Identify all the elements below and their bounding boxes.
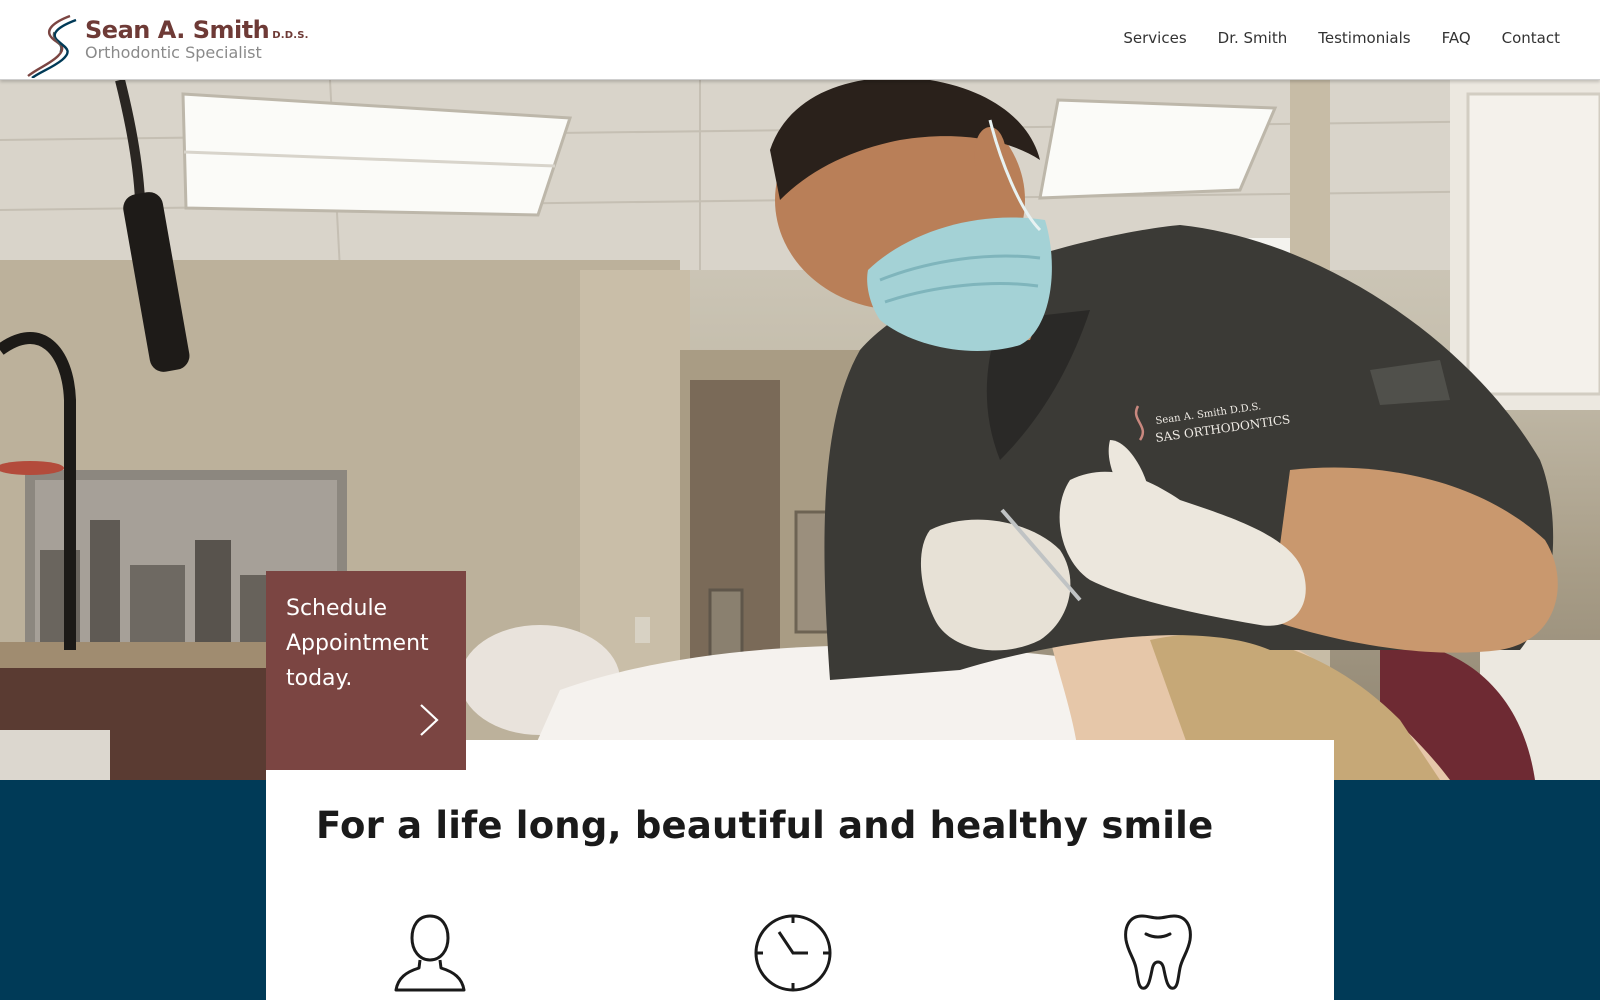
nav-contact[interactable]: Contact <box>1502 29 1560 47</box>
cta-text: Schedule Appointment today. <box>286 591 456 696</box>
cta-line-3: today. <box>286 666 353 691</box>
logo-link[interactable]: Sean A. Smith D.D.S. Orthodontic Speciali… <box>24 12 308 78</box>
nav-testimonials[interactable]: Testimonials <box>1318 29 1410 47</box>
logo-credential: D.D.S. <box>272 30 309 41</box>
nav-faq[interactable]: FAQ <box>1442 29 1471 47</box>
user-icon <box>394 914 466 992</box>
intro-card: For a life long, beautiful and healthy s… <box>266 740 1334 1000</box>
nav-dr-smith[interactable]: Dr. Smith <box>1218 29 1288 47</box>
main-nav: Services Dr. Smith Testimonials FAQ Cont… <box>1092 29 1560 47</box>
intro-title: For a life long, beautiful and healthy s… <box>316 804 1214 847</box>
hero-image: Sean A. Smith D.D.S. SAS ORTHODONTICS <box>0 80 1600 780</box>
logo-mark-icon <box>27 14 77 78</box>
cta-line-2: Appointment <box>286 631 429 656</box>
logo-tagline: Orthodontic Specialist <box>85 43 262 62</box>
chevron-right-icon[interactable] <box>418 703 440 737</box>
logo-name: Sean A. Smith D.D.S. <box>85 16 309 44</box>
cta-line-1: Schedule <box>286 596 388 621</box>
site-header: Sean A. Smith D.D.S. Orthodontic Speciali… <box>0 0 1600 80</box>
schedule-appointment-cta[interactable]: Schedule Appointment today. <box>266 571 466 770</box>
clock-icon <box>754 914 832 992</box>
logo-name-text: Sean A. Smith <box>85 16 270 44</box>
tooth-icon <box>1124 914 1192 990</box>
nav-services[interactable]: Services <box>1123 29 1186 47</box>
hero-photo: Sean A. Smith D.D.S. SAS ORTHODONTICS <box>0 80 1600 780</box>
